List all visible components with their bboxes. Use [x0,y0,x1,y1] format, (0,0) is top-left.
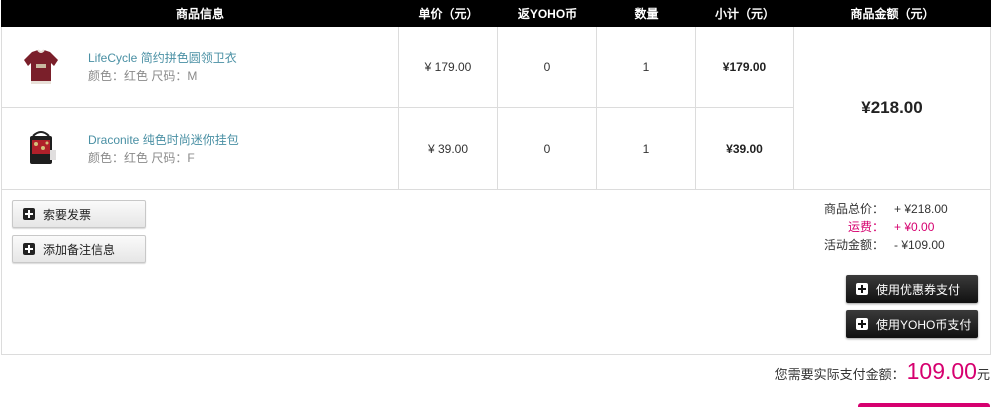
order-summary: 索要发票 添加备注信息 商品总价： + ¥218.00 运费： + ¥0.00 … [1,190,991,355]
discount-value: - ¥109.00 [894,238,945,252]
plus-icon [23,243,35,255]
item-price: ¥ 179.00 [399,27,498,107]
discount-label: 活动金额： [824,238,885,252]
header-amount: 商品金额（元） [850,7,935,21]
use-coupon-button[interactable]: 使用优惠券支付 [846,275,978,303]
price-breakdown: 商品总价： + ¥218.00 运费： + ¥0.00 活动金额： - ¥109… [824,200,954,254]
item-attributes: 颜色：红色 尺码：F [88,150,195,165]
table-body: LifeCycle 简约拼色圆领卫衣 颜色：红色 尺码：M ¥ 179.00 0… [1,27,991,190]
plus-icon [856,283,868,295]
payable-label: 您需要实际支付金额： [774,367,905,382]
item-qty: 1 [597,27,696,107]
request-invoice-label: 索要发票 [43,207,92,222]
goods-total-line: 商品总价： + ¥218.00 [824,200,954,218]
item-subtotal: ¥179.00 [696,27,794,107]
item-coin: 0 [498,108,597,189]
item-rows: LifeCycle 简约拼色圆领卫衣 颜色：红色 尺码：M ¥ 179.00 0… [2,27,794,189]
goods-amount: ¥218.00 [861,98,923,117]
item-attributes: 颜色：红色 尺码：M [88,69,198,83]
table-row: Draconite 纯色时尚迷你挂包 颜色：红色 尺码：F ¥ 39.00 0 … [2,108,794,189]
add-remark-button[interactable]: 添加备注信息 [12,235,146,263]
item-qty: 1 [597,108,696,189]
item-meta: LifeCycle 简约拼色圆领卫衣 颜色：红色 尺码：M [88,49,237,85]
product-thumbnail-bag[interactable] [18,126,64,172]
plus-icon [856,318,868,330]
shipping-line: 运费： + ¥0.00 [824,218,954,236]
table-header: 商品信息 单价（元） 返YOHO币 数量 小计（元） 商品金额（元） [1,0,991,27]
item-coin: 0 [498,27,597,107]
checkout-button-edge[interactable] [858,403,990,407]
header-info: 商品信息 [175,7,224,21]
shipping-value: + ¥0.00 [894,220,935,234]
cart-table: 商品信息 单价（元） 返YOHO币 数量 小计（元） 商品金额（元） LifeC… [1,0,991,355]
item-price: ¥ 39.00 [399,108,498,189]
header-subtotal: 小计（元） [714,7,775,21]
item-meta: Draconite 纯色时尚迷你挂包 颜色：红色 尺码：F [88,131,239,167]
product-thumbnail-sweatshirt[interactable] [18,44,64,90]
header-coin: 返YOHO币 [517,7,578,21]
payable-amount: 您需要实际支付金额： 109.00 元 [775,358,990,385]
shipping-label: 运费： [847,220,884,234]
payable-value: 109.00 [906,358,977,384]
item-subtotal: ¥39.00 [696,108,794,189]
discount-line: 活动金额： - ¥109.00 [824,236,954,254]
use-yoho-coin-button[interactable]: 使用YOHO币支付 [846,310,978,338]
header-qty: 数量 [634,7,659,21]
table-row: LifeCycle 简约拼色圆领卫衣 颜色：红色 尺码：M ¥ 179.00 0… [2,27,794,108]
item-info: LifeCycle 简约拼色圆领卫衣 颜色：红色 尺码：M [2,27,399,107]
use-coupon-label: 使用优惠券支付 [876,282,961,297]
header-price: 单价（元） [418,7,479,21]
plus-icon [23,208,35,220]
item-title[interactable]: Draconite 纯色时尚迷你挂包 [88,131,239,149]
item-info: Draconite 纯色时尚迷你挂包 颜色：红色 尺码：F [2,108,399,189]
item-title[interactable]: LifeCycle 简约拼色圆领卫衣 [88,49,237,67]
goods-total-value: + ¥218.00 [894,202,948,216]
add-remark-label: 添加备注信息 [43,242,116,257]
goods-total-label: 商品总价： [824,202,885,216]
use-yoho-coin-label: 使用YOHO币支付 [876,317,972,332]
request-invoice-button[interactable]: 索要发票 [12,200,146,228]
payable-unit: 元 [976,367,990,382]
